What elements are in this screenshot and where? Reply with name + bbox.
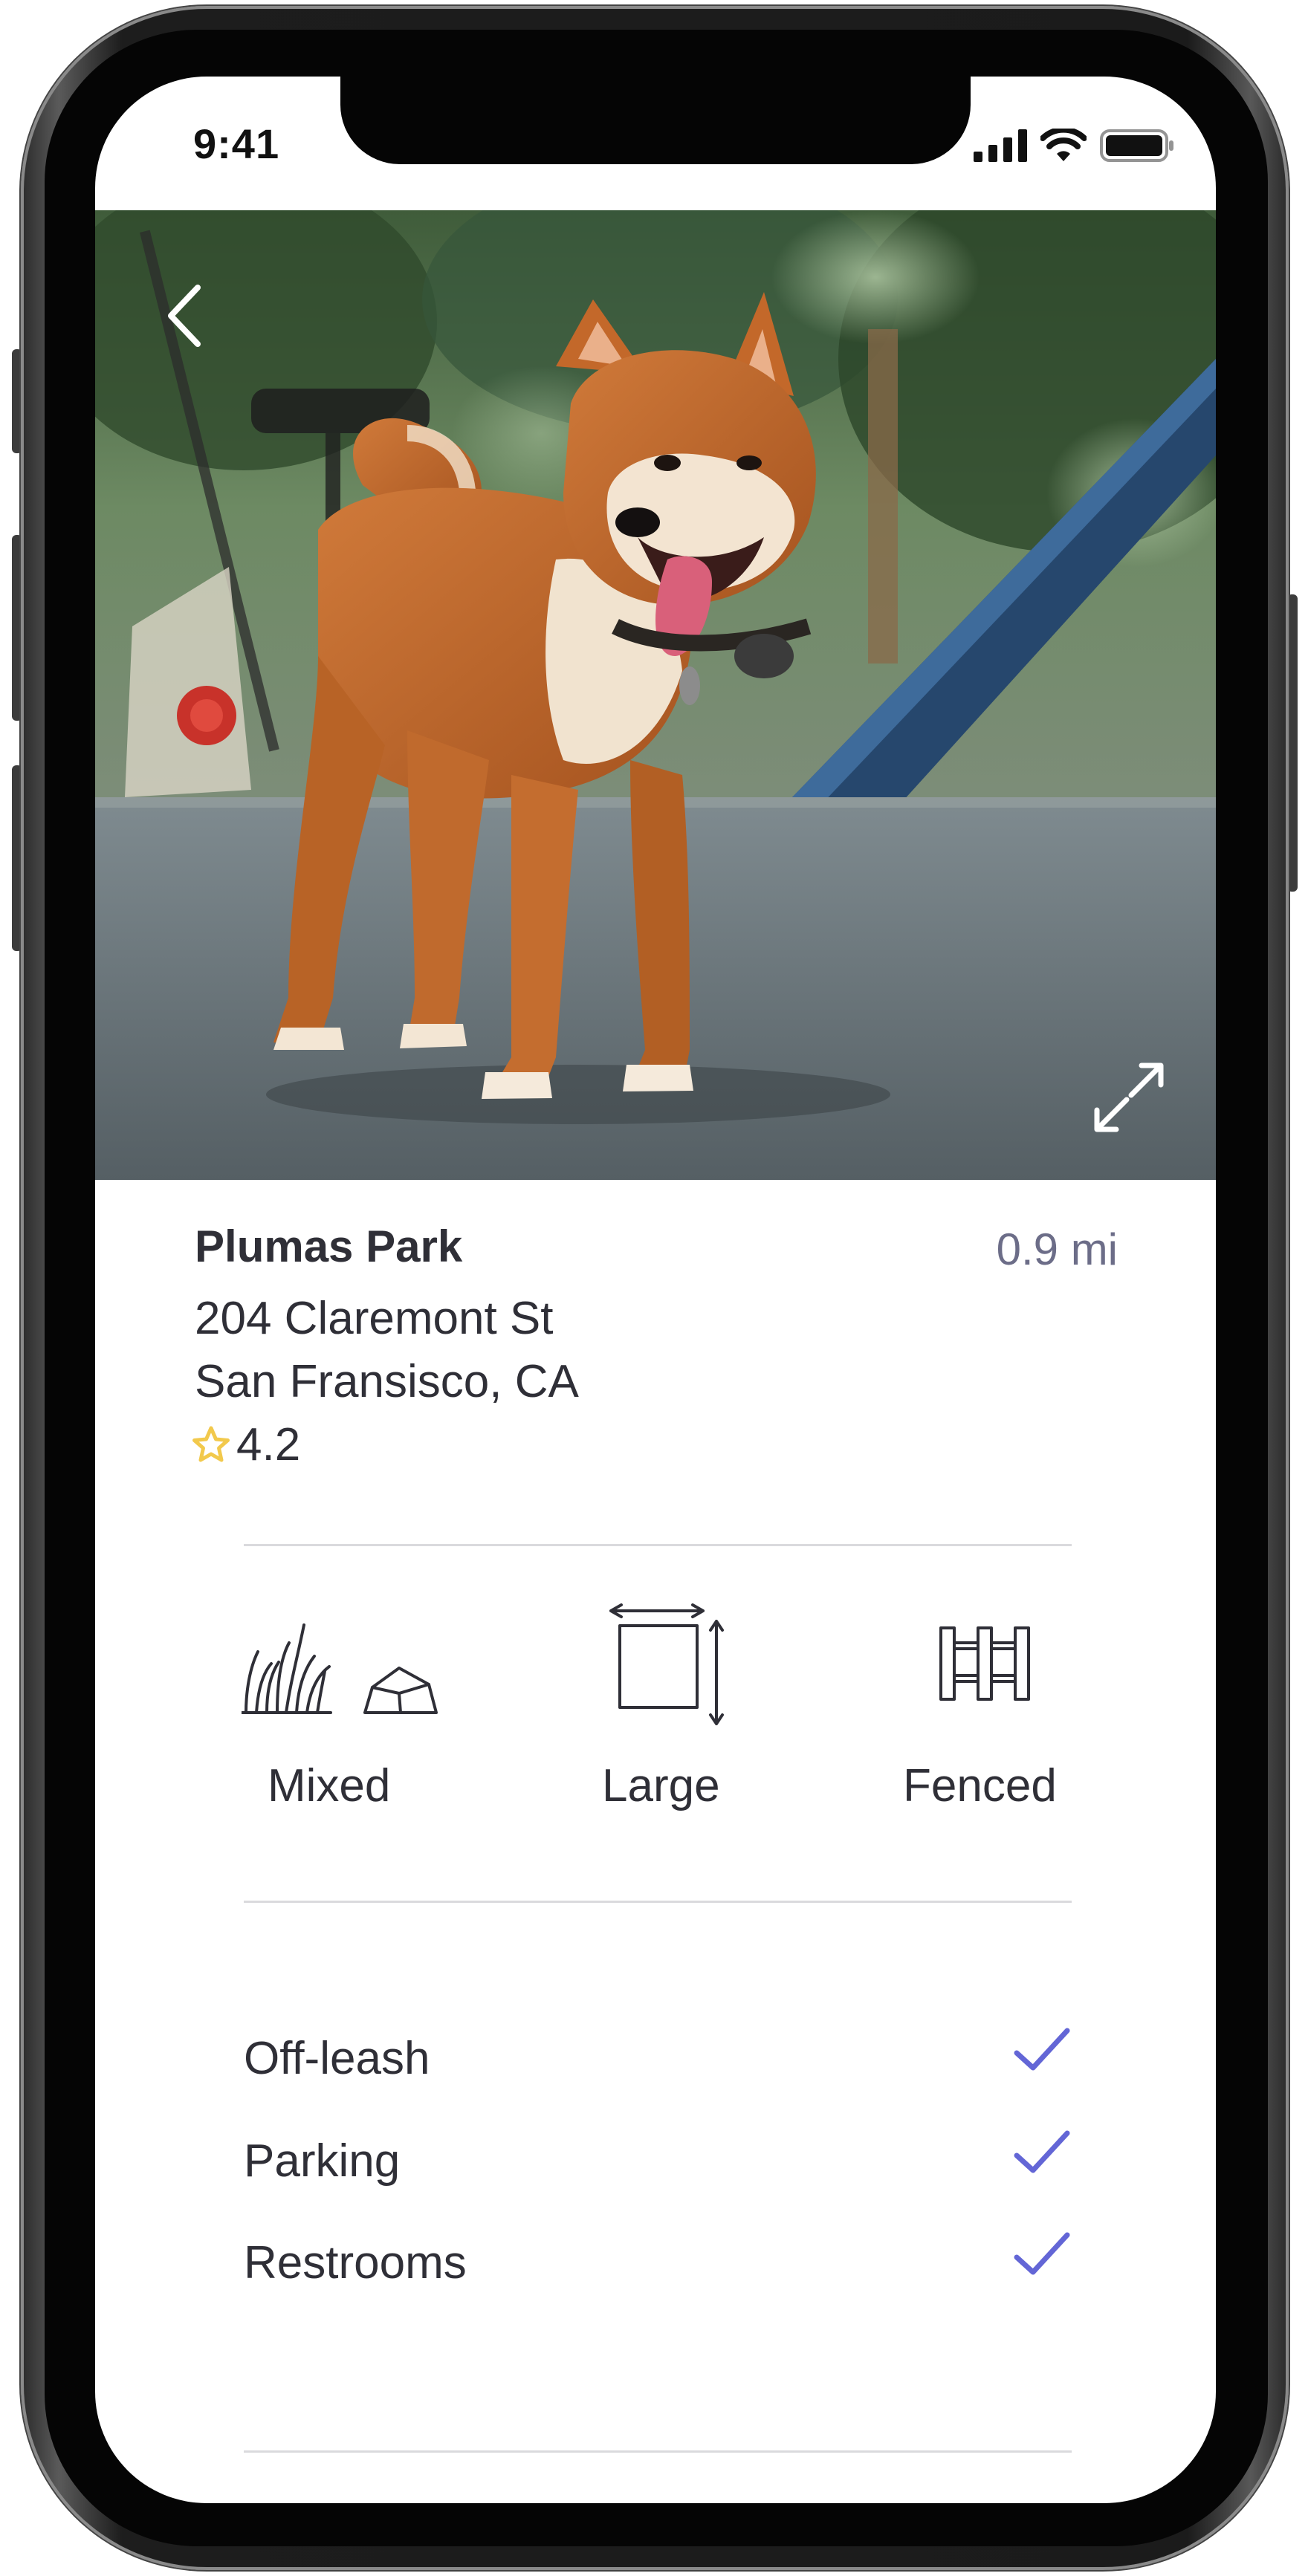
park-photo-image	[95, 210, 1216, 1180]
rating: 4.2	[190, 1418, 300, 1471]
fence-icon	[939, 1626, 1030, 1701]
address-line-1: 204 Claremont St	[195, 1293, 554, 1344]
star-icon	[192, 1426, 230, 1461]
amenity-label: Off-leash	[244, 2033, 430, 2084]
amenity-row-off-leash: Off-leash	[244, 2028, 1072, 2099]
checkmark-icon	[1014, 2028, 1070, 2071]
amenity-label: Parking	[244, 2135, 401, 2187]
status-icons	[974, 129, 1174, 163]
feature-label-surface: Mixed	[268, 1760, 391, 1811]
divider	[244, 2450, 1072, 2453]
checkmark-icon	[1014, 2130, 1070, 2173]
back-chevron-icon[interactable]	[155, 279, 214, 353]
divider	[244, 1901, 1072, 1903]
park-distance: 0.9 mi	[996, 1224, 1118, 1274]
rating-value: 4.2	[236, 1419, 301, 1470]
status-time: 9:41	[193, 120, 280, 167]
signal-icon	[974, 129, 1027, 162]
feature-label-enclosure: Fenced	[903, 1760, 1057, 1811]
checkmark-icon	[1014, 2232, 1070, 2275]
wifi-icon	[1040, 129, 1087, 161]
divider	[244, 1544, 1072, 1546]
address-line-2: San Fransisco, CA	[195, 1356, 579, 1407]
feature-label-size: Large	[602, 1760, 720, 1811]
amenity-row-restrooms: Restrooms	[244, 2232, 1072, 2303]
park-name: Plumas Park	[195, 1222, 463, 1271]
amenity-label: Restrooms	[244, 2237, 467, 2288]
park-photo[interactable]	[95, 210, 1216, 1180]
notch	[340, 77, 971, 164]
amenity-row-parking: Parking	[244, 2130, 1072, 2202]
expand-icon[interactable]	[1088, 1057, 1170, 1138]
app-screen: 9:41 Plumas Park 0.9 mi 204 Claremont St…	[95, 77, 1216, 2503]
battery-icon	[1100, 129, 1173, 162]
grass-rock-icon	[242, 1623, 438, 1714]
power-button	[1287, 594, 1298, 892]
size-area-icon	[609, 1603, 724, 1725]
